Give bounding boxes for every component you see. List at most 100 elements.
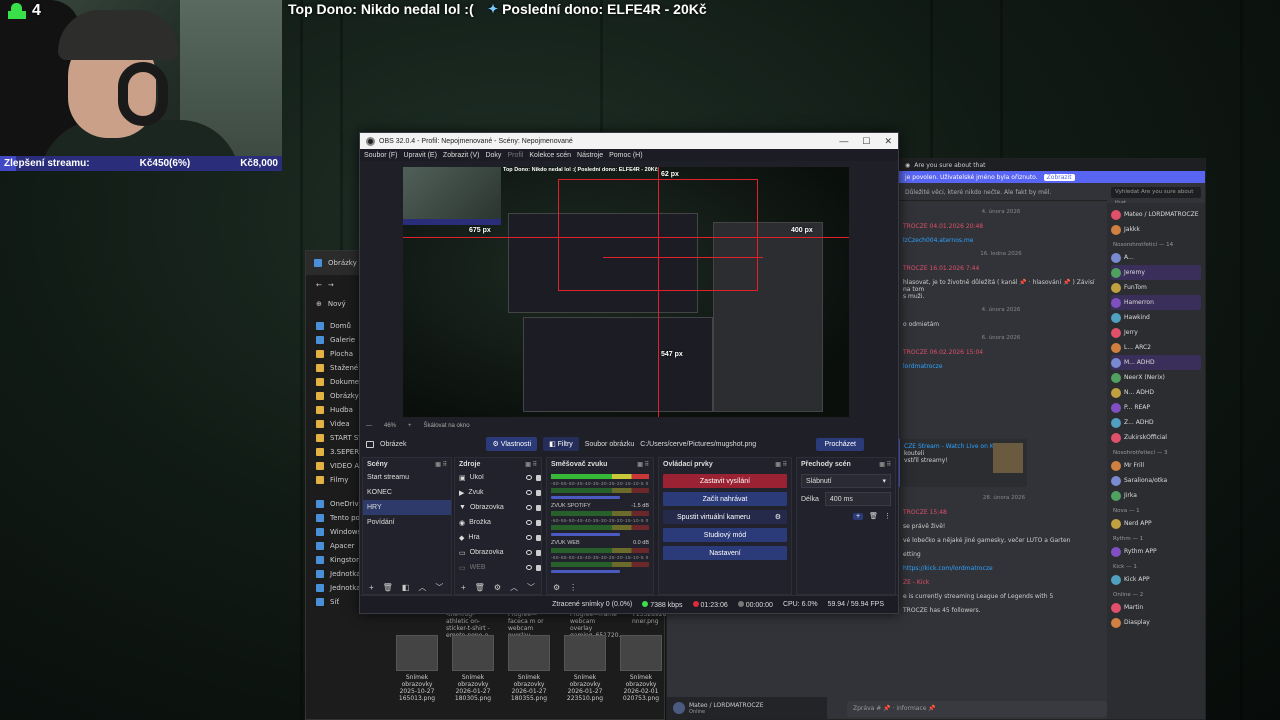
- chat-link[interactable]: lzCzech004.aternos.me: [903, 237, 1099, 251]
- scene-item[interactable]: HRY: [363, 500, 451, 515]
- lock-icon[interactable]: [536, 519, 541, 526]
- member-item[interactable]: L... ARC2: [1111, 340, 1201, 355]
- file-thumbnail[interactable]: Snímek obrazovky 2026-01-27 223510.png: [562, 635, 608, 702]
- member-item[interactable]: Jeremy: [1111, 265, 1201, 280]
- member-item[interactable]: Hawkind: [1111, 310, 1201, 325]
- dock-menu-icon[interactable]: ▣ ⠿: [525, 461, 537, 468]
- remove-scene-icon[interactable]: 🗑: [383, 583, 393, 592]
- volume-slider[interactable]: [551, 570, 620, 573]
- filters-button[interactable]: ◧ Filtry: [543, 437, 579, 451]
- member-item[interactable]: Jerry: [1111, 325, 1201, 340]
- source-item[interactable]: ▭ WEB: [455, 560, 541, 575]
- stop-stream-button[interactable]: Zastavit vysílání: [663, 474, 787, 488]
- scale-mode[interactable]: Škálovat na okno: [424, 423, 470, 429]
- minimize-icon[interactable]: —: [839, 136, 848, 146]
- member-item[interactable]: Jirka: [1111, 488, 1201, 503]
- menu-item[interactable]: Zobrazit (V): [443, 152, 480, 159]
- file-thumbnail[interactable]: Snímek obrazovky 2025-10-27 165013.png: [394, 635, 440, 702]
- lock-icon[interactable]: [536, 489, 541, 496]
- dock-menu-icon[interactable]: ▣ ⠿: [879, 461, 891, 468]
- member-item[interactable]: Jakkk: [1111, 222, 1201, 237]
- dock-menu-icon[interactable]: ▣ ⠿: [775, 461, 787, 468]
- file-thumbnail[interactable]: Snímek obrazovky 2026-01-27 180305.png: [450, 635, 496, 702]
- eye-icon[interactable]: [526, 565, 532, 570]
- eye-icon[interactable]: [526, 490, 532, 495]
- menu-item[interactable]: Profil: [507, 152, 523, 159]
- eye-icon[interactable]: [526, 520, 532, 525]
- transition-menu-icon[interactable]: ⋮: [884, 512, 891, 520]
- virtual-camera-settings-icon[interactable]: ⚙: [775, 513, 781, 521]
- add-transition-icon[interactable]: +: [853, 512, 864, 520]
- dock-menu-icon[interactable]: ▣ ⠿: [435, 461, 447, 468]
- file-thumbnail[interactable]: Snímek obrazovky 2026-01-27 180355.png: [506, 635, 552, 702]
- member-item[interactable]: ZukirskOfficial: [1111, 430, 1201, 445]
- volume-slider[interactable]: [551, 533, 620, 536]
- back-arrow-icon[interactable]: ←: [316, 281, 322, 289]
- obs-preview[interactable]: Top Dono: Nikdo nedal lol :( Poslední do…: [403, 167, 849, 417]
- move-down-icon[interactable]: ﹀: [435, 582, 443, 593]
- zoom-out-icon[interactable]: —: [366, 423, 372, 429]
- member-item[interactable]: Rythm APP: [1111, 544, 1201, 559]
- eye-icon[interactable]: [526, 550, 532, 555]
- properties-button[interactable]: ⚙ Vlastnosti: [486, 437, 538, 451]
- discord-search[interactable]: Vyhledat Are you sure about that: [1111, 187, 1201, 206]
- menu-item[interactable]: Kolekce scén: [529, 152, 571, 159]
- lock-icon[interactable]: [536, 474, 541, 481]
- move-up-icon[interactable]: ︿: [418, 582, 426, 593]
- discord-notice-button[interactable]: Zobrazit: [1043, 173, 1075, 181]
- member-item[interactable]: M... ADHD: [1111, 355, 1201, 370]
- start-recording-button[interactable]: Začít nahrávat: [663, 492, 787, 506]
- member-item[interactable]: Mateo / LORDMATROCZE: [1111, 207, 1201, 222]
- member-item[interactable]: FunTom: [1111, 280, 1201, 295]
- member-item[interactable]: Saraliona/otka: [1111, 473, 1201, 488]
- file-thumbnail[interactable]: Snímek obrazovky 2026-02-01 020753.png: [618, 635, 664, 702]
- member-item[interactable]: N... ADHD: [1111, 385, 1201, 400]
- member-item[interactable]: NeerX (Nerix): [1111, 370, 1201, 385]
- transition-select[interactable]: Slábnutí ▾: [801, 474, 891, 488]
- source-settings-icon[interactable]: ⚙: [494, 583, 501, 592]
- lock-icon[interactable]: [536, 504, 541, 511]
- member-item[interactable]: P... REAP: [1111, 400, 1201, 415]
- scene-filter-icon[interactable]: ◧: [402, 583, 410, 592]
- mixer-settings-icon[interactable]: ⚙: [553, 583, 560, 592]
- source-item[interactable]: ▭ Obrazovka: [455, 545, 541, 560]
- dock-menu-icon[interactable]: ▣ ⠿: [637, 461, 649, 468]
- remove-source-icon[interactable]: 🗑: [475, 583, 485, 592]
- browse-button[interactable]: Procházet: [816, 437, 864, 451]
- source-item[interactable]: ◆ Hra: [455, 530, 541, 545]
- duration-input[interactable]: 400 ms: [824, 492, 891, 506]
- lock-icon[interactable]: [536, 534, 541, 541]
- menu-item[interactable]: Doky: [485, 152, 501, 159]
- eye-icon[interactable]: [526, 475, 532, 480]
- member-item[interactable]: Martin: [1111, 600, 1201, 615]
- menu-item[interactable]: Upravit (E): [403, 152, 436, 159]
- eye-icon[interactable]: [526, 505, 532, 510]
- member-item[interactable]: Hamerron: [1111, 295, 1201, 310]
- lock-icon[interactable]: [536, 549, 541, 556]
- move-up-icon[interactable]: ︿: [510, 582, 518, 593]
- eye-icon[interactable]: [526, 535, 532, 540]
- move-down-icon[interactable]: ﹀: [527, 582, 535, 593]
- file-path[interactable]: C:/Users/cerve/Pictures/mugshot.png: [640, 441, 756, 448]
- source-item[interactable]: ▣ Úkol: [455, 470, 541, 485]
- add-source-icon[interactable]: +: [461, 583, 466, 592]
- scene-item[interactable]: Start streamu: [363, 470, 451, 485]
- studio-mode-button[interactable]: Studiový mód: [663, 528, 787, 542]
- source-item[interactable]: ◉ Brožka: [455, 515, 541, 530]
- member-item[interactable]: A...: [1111, 250, 1201, 265]
- member-item[interactable]: Nerd APP: [1111, 516, 1201, 531]
- member-item[interactable]: Mr Frill: [1111, 458, 1201, 473]
- menu-item[interactable]: Pomoc (H): [609, 152, 642, 159]
- forward-arrow-icon[interactable]: →: [328, 281, 334, 289]
- member-item[interactable]: Kick APP: [1111, 572, 1201, 587]
- discord-message-input[interactable]: Zpráva # 📌 · informace 📌: [847, 701, 1107, 717]
- remove-transition-icon[interactable]: 🗑: [869, 512, 878, 520]
- scene-item[interactable]: Povídání: [363, 515, 451, 530]
- chat-link[interactable]: lordmatrocze: [903, 363, 1099, 377]
- menu-item[interactable]: Soubor (F): [364, 152, 397, 159]
- close-icon[interactable]: ✕: [884, 136, 892, 147]
- virtual-camera-button[interactable]: Spustit virtuální kameru ⚙: [663, 510, 787, 524]
- member-item[interactable]: Diasplay: [1111, 615, 1201, 630]
- settings-button[interactable]: Nastavení: [663, 546, 787, 560]
- source-item[interactable]: ▶ Zvuk: [455, 485, 541, 500]
